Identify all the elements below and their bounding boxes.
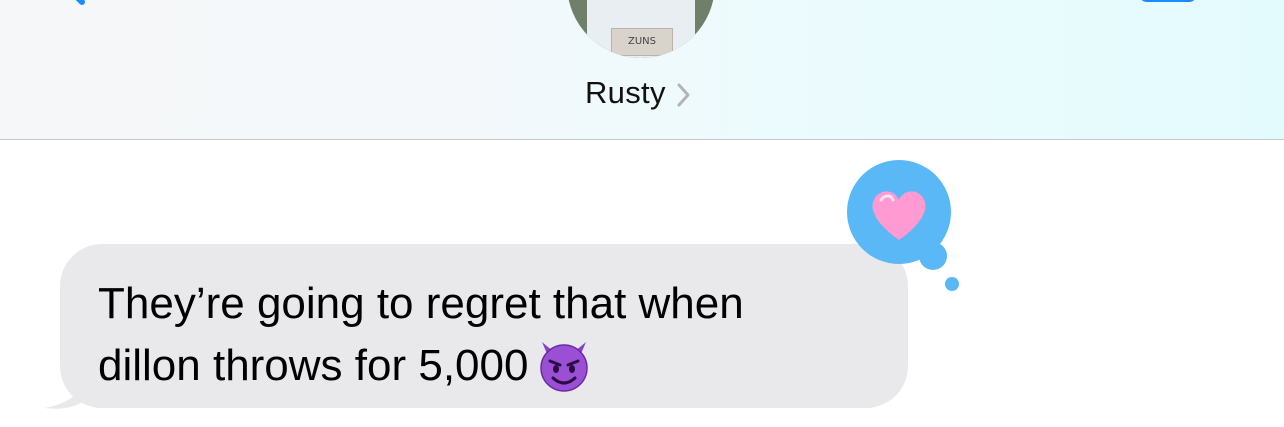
message-text: They’re going to regret that when dillon… — [98, 274, 888, 396]
message-line-2: dillon throws for 5,000 — [98, 334, 888, 396]
chevron-right-icon[interactable] — [676, 82, 692, 108]
avatar-sign: ZUNS — [611, 28, 673, 56]
contact-avatar[interactable]: ZUNS — [567, 0, 715, 58]
message-received[interactable]: They’re going to regret that when dillon… — [42, 244, 908, 414]
contact-name[interactable]: Rusty — [585, 75, 666, 111]
tapback-reaction[interactable] — [845, 160, 965, 295]
message-line-2-text: dillon throws for 5,000 — [98, 341, 529, 390]
video-camera-icon[interactable] — [1138, 0, 1198, 4]
conversation-header: ZUNS Rusty — [0, 0, 1284, 140]
message-line-1: They’re going to regret that when — [98, 279, 744, 328]
back-button[interactable] — [58, 0, 148, 6]
smiling-face-with-horns-icon — [540, 342, 589, 392]
